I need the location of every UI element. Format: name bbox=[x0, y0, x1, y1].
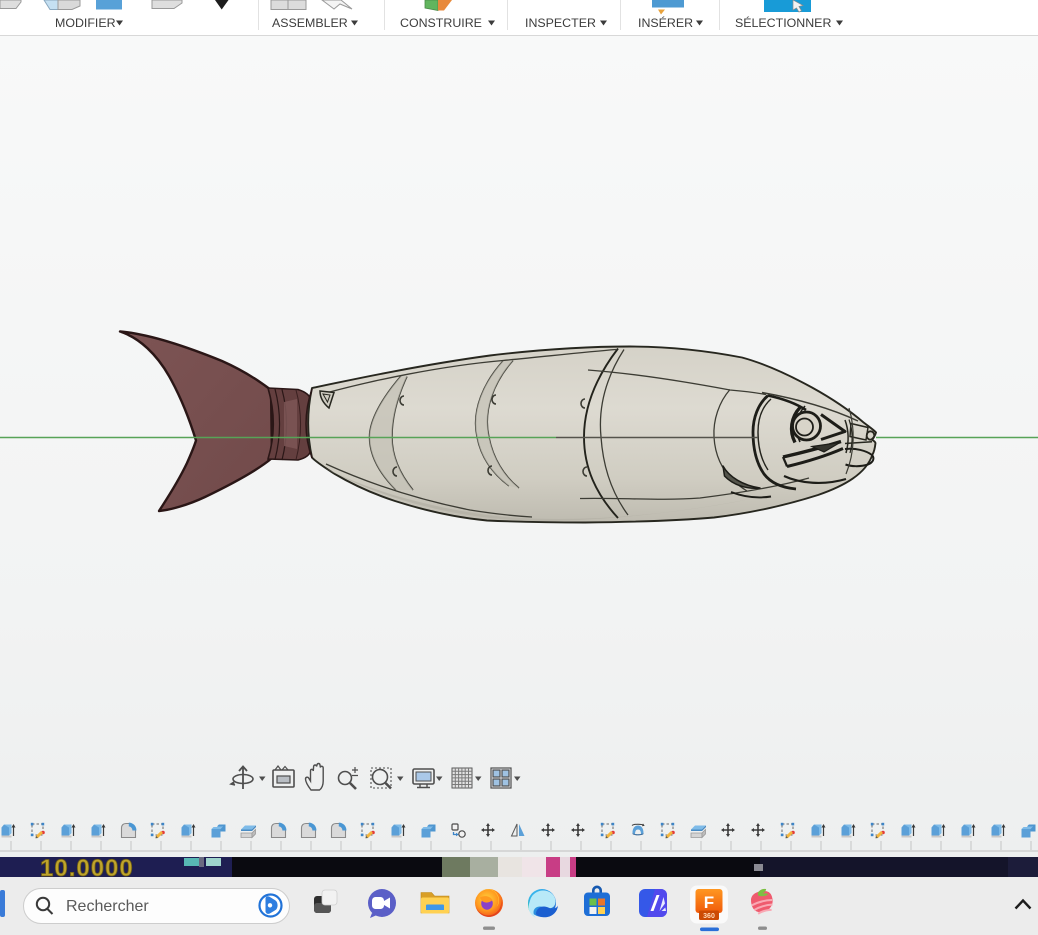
svg-text:SÉLECTIONNER: SÉLECTIONNER bbox=[735, 15, 831, 30]
svg-text:CONSTRUIRE: CONSTRUIRE bbox=[400, 16, 482, 30]
svg-text:MODIFIER: MODIFIER bbox=[55, 16, 116, 30]
svg-text:Rechercher: Rechercher bbox=[66, 898, 149, 915]
svg-text:ASSEMBLER: ASSEMBLER bbox=[272, 16, 348, 30]
svg-text:INSÉRER: INSÉRER bbox=[638, 15, 693, 30]
svg-text:INSPECTER: INSPECTER bbox=[525, 16, 596, 30]
svg-text:F: F bbox=[704, 893, 714, 912]
svg-text:360: 360 bbox=[703, 913, 715, 920]
